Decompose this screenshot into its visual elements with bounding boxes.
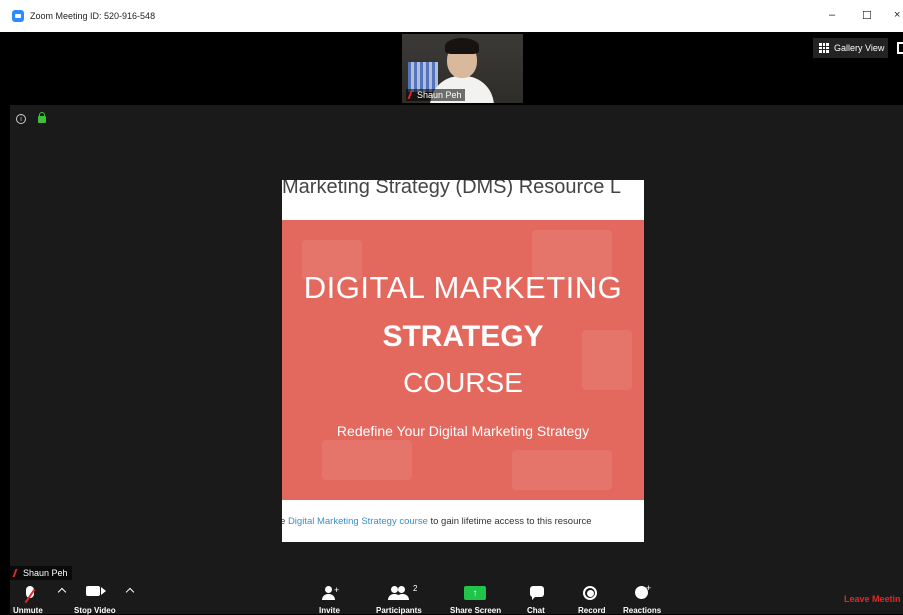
record-button[interactable]: Record	[576, 582, 606, 615]
close-button[interactable]: ×	[894, 9, 900, 21]
chat-button[interactable]: Chat	[524, 582, 550, 615]
unmute-button[interactable]: Unmute	[12, 582, 48, 615]
gallery-view-button[interactable]: Gallery View	[813, 38, 888, 58]
course-banner: DIGITAL MARKETING STRATEGY COURSE Redefi…	[282, 220, 644, 500]
background-window	[408, 62, 438, 92]
maximize-button[interactable]: ☐	[862, 9, 872, 22]
share-screen-button[interactable]: ↑ Share Screen	[448, 582, 502, 615]
meeting-info-icon[interactable]: i	[16, 114, 26, 124]
record-icon	[583, 586, 597, 600]
banner-title-line3: COURSE	[403, 367, 523, 398]
shared-page-footer: e Digital Marketing Strategy course to g…	[282, 516, 592, 527]
meeting-stage: Shaun Peh Gallery View i Marketing Strat…	[10, 32, 903, 614]
banner-title-line2: STRATEGY	[382, 320, 544, 353]
leave-meeting-button[interactable]: Leave Meetin	[844, 594, 901, 604]
zoom-app-icon	[12, 10, 24, 22]
stop-video-button[interactable]: Stop Video	[72, 582, 120, 615]
participants-count: 2	[413, 584, 418, 593]
banner-title-line1: DIGITAL MARKETING	[303, 270, 623, 305]
shared-page-heading: Marketing Strategy (DMS) Resource L	[282, 180, 622, 198]
video-strip: Shaun Peh Gallery View	[10, 32, 903, 105]
mic-muted-icon	[407, 91, 417, 99]
participant-video-thumbnail[interactable]: Shaun Peh	[402, 34, 523, 103]
audio-options-chevron-icon[interactable]	[57, 587, 67, 597]
chat-bubble-icon	[530, 586, 544, 600]
course-link[interactable]: Digital Marketing Strategy course	[288, 516, 428, 527]
title-bar: Zoom Meeting ID: 520-916-548 – ☐ ×	[0, 0, 903, 32]
encryption-lock-icon[interactable]	[38, 112, 46, 123]
participants-button[interactable]: 2 Participants	[374, 582, 424, 615]
share-arrow-icon: ↑	[464, 586, 486, 600]
participants-icon	[388, 586, 409, 600]
participant-name-tag: Shaun Peh	[406, 89, 465, 101]
fullscreen-icon[interactable]	[897, 42, 903, 54]
minimize-button[interactable]: –	[829, 9, 835, 21]
meeting-toolbar: Unmute Stop Video + Invite 2 Participant…	[10, 582, 903, 615]
self-view-name-tag: Shaun Peh	[10, 566, 72, 580]
video-options-chevron-icon[interactable]	[125, 587, 135, 597]
banner-subtitle: Redefine Your Digital Marketing Strategy	[336, 423, 590, 439]
shared-screen: Marketing Strategy (DMS) Resource L DIGI…	[282, 180, 644, 542]
grid-icon	[819, 43, 829, 53]
reactions-button[interactable]: + Reactions	[621, 582, 663, 615]
window-title: Zoom Meeting ID: 520-916-548	[30, 11, 156, 21]
invite-button[interactable]: + Invite	[315, 582, 345, 615]
add-person-icon: +	[322, 586, 339, 600]
video-camera-icon	[86, 586, 106, 596]
mic-muted-icon	[12, 569, 22, 577]
